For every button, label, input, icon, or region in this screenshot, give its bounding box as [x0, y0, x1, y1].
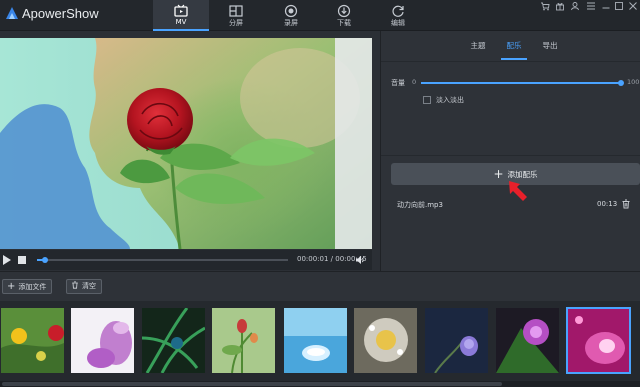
panel-divider-2: [381, 155, 640, 156]
user-icon[interactable]: [570, 1, 580, 11]
filmstrip-scrollbar[interactable]: [0, 381, 640, 387]
media-thumbnail[interactable]: [496, 308, 559, 373]
tab-split-screen-label: 分屏: [229, 19, 243, 27]
app-title: ApowerShow: [22, 6, 99, 21]
settings-panel: 主题 配乐 导出 音量 0 100 淡入淡出 + 添加配乐 动力向前.mp3 00…: [380, 31, 640, 271]
media-thumbnail[interactable]: [142, 308, 205, 373]
volume-icon[interactable]: [355, 255, 365, 265]
tab-download[interactable]: 下载: [316, 0, 372, 31]
volume-handle[interactable]: [618, 80, 624, 86]
media-thumbnail[interactable]: [284, 308, 347, 373]
thumbnail-image: [567, 308, 630, 373]
app-logo-icon: [6, 7, 18, 19]
fade-label: 淡入淡出: [436, 96, 464, 104]
add-file-label: 添加文件: [18, 283, 47, 291]
thumbnail-image: [212, 308, 275, 373]
thumbnail-image: [71, 308, 134, 373]
tab-theme[interactable]: 主题: [461, 38, 495, 54]
tab-music[interactable]: 配乐: [497, 38, 531, 60]
progress-handle[interactable]: [41, 257, 48, 263]
thumbnail-image: [354, 308, 417, 373]
settings-icon[interactable]: [586, 1, 596, 11]
thumbnail-image: [496, 308, 559, 373]
clear-label: 清空: [82, 282, 96, 290]
title-bar: ApowerShow MV 分屏 录屏 下载 编辑: [0, 0, 640, 31]
media-thumbnail-selected[interactable]: [566, 307, 631, 374]
add-music-label: 添加配乐: [507, 170, 538, 179]
gift-icon[interactable]: [555, 1, 565, 11]
thumbnail-image: [284, 308, 347, 373]
video-preview[interactable]: [0, 38, 372, 249]
tab-record-label: 录屏: [284, 19, 298, 27]
tab-export[interactable]: 导出: [533, 38, 567, 54]
split-screen-icon: [229, 5, 243, 17]
volume-slider[interactable]: [421, 80, 624, 86]
play-icon[interactable]: [3, 255, 11, 265]
media-thumbnail[interactable]: [71, 308, 134, 373]
volume-min-label: 0: [412, 78, 417, 86]
tab-edit-label: 编辑: [391, 19, 405, 27]
tab-mv-label: MV: [175, 18, 187, 26]
record-icon: [284, 4, 298, 18]
media-filmstrip: [0, 301, 640, 387]
edit-icon: [392, 5, 404, 17]
add-icon: +: [7, 281, 16, 292]
add-file-button[interactable]: + 添加文件: [2, 279, 53, 294]
media-thumbnail[interactable]: [354, 308, 417, 373]
track-name: 动力向前.mp3: [397, 201, 443, 209]
player-controls: 00:00:01 / 00:00:45: [0, 250, 372, 270]
thumbnail-image: [1, 308, 64, 373]
volume-fill: [421, 82, 621, 84]
music-track-row[interactable]: 动力向前.mp3 00:13: [381, 197, 640, 213]
tab-download-label: 下载: [337, 19, 351, 27]
preview-image: [0, 38, 372, 249]
tab-edit[interactable]: 编辑: [370, 0, 426, 31]
maximize-icon[interactable]: [614, 1, 624, 11]
media-thumbnail[interactable]: [1, 308, 64, 373]
clear-button[interactable]: 清空: [66, 279, 102, 294]
media-thumbnail[interactable]: [212, 308, 275, 373]
tab-record[interactable]: 录屏: [263, 0, 319, 31]
tab-mv[interactable]: MV: [153, 0, 209, 31]
scrollbar-thumb[interactable]: [2, 382, 502, 386]
minimize-icon[interactable]: [601, 1, 611, 11]
volume-max-label: 100: [627, 78, 640, 86]
track-duration: 00:13: [597, 200, 618, 208]
thumbnail-image: [142, 308, 205, 373]
mv-icon: [174, 4, 188, 17]
media-toolbar: + 添加文件 清空: [0, 271, 640, 301]
panel-divider: [381, 61, 640, 62]
plus-icon: +: [493, 167, 504, 181]
clear-icon: [72, 281, 78, 289]
close-icon[interactable]: [628, 1, 638, 11]
tab-split-screen[interactable]: 分屏: [208, 0, 264, 31]
media-thumbnail[interactable]: [425, 308, 488, 373]
fade-checkbox[interactable]: [423, 96, 431, 104]
thumbnail-image: [425, 308, 488, 373]
download-icon: [337, 4, 351, 18]
cart-icon[interactable]: [540, 1, 550, 11]
progress-track[interactable]: [37, 257, 288, 263]
trash-icon[interactable]: [621, 199, 631, 209]
stop-icon[interactable]: [18, 256, 26, 264]
volume-label: 音量: [391, 79, 405, 87]
